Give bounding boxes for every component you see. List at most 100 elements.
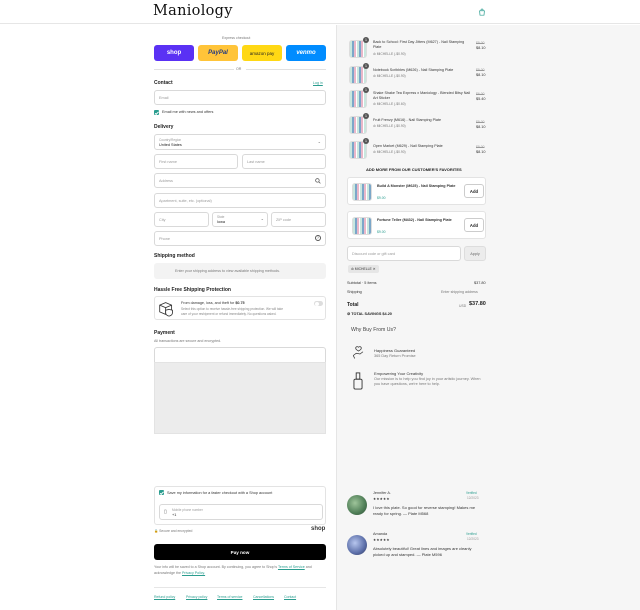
shipping-method-message: Enter your shipping address to view avai… — [175, 269, 280, 273]
first-name-input[interactable]: First name — [154, 154, 238, 169]
item-price: $5.40 — [476, 97, 486, 101]
shipping-value: Enter shipping address — [441, 290, 478, 294]
footer-link-refund[interactable]: Refund policy — [154, 595, 175, 599]
login-link[interactable]: Log in — [313, 81, 323, 85]
applied-discount-tag: ⊘ MICHELLE ✕ — [348, 265, 379, 273]
mobile-icon: ▯ — [164, 509, 167, 515]
privacy-policy-link[interactable]: Privacy Policy. — [182, 571, 205, 575]
protection-toggle[interactable] — [314, 301, 323, 306]
state-select[interactable]: State Iowa ⌄ — [212, 212, 268, 227]
total-value: $37.80 — [469, 301, 486, 307]
add-favorite-button[interactable]: Add — [464, 184, 484, 198]
last-name-input[interactable]: Last name — [242, 154, 326, 169]
amazon-pay-button[interactable]: amazon pay — [242, 45, 282, 61]
venmo-button[interactable]: venmo — [286, 45, 326, 61]
mobile-phone-value: +1 — [172, 513, 177, 517]
add-favorite-button[interactable]: Add — [464, 218, 484, 232]
reviewer-name: Amanda — [373, 532, 388, 536]
footer-link-cancellations[interactable]: Cancellations — [253, 595, 274, 599]
logo[interactable]: Maniology — [153, 3, 233, 19]
item-price: $8.10 — [476, 46, 486, 50]
email-placeholder: Email — [159, 96, 169, 100]
verified-badge: Verified — [466, 532, 477, 536]
save-info-checkbox[interactable] — [159, 490, 164, 495]
country-select[interactable]: Country/Region United States ⌄ — [154, 134, 326, 150]
newsletter-checkbox[interactable] — [154, 110, 159, 115]
apply-button[interactable]: Apply — [464, 246, 486, 261]
protection-title: Hassle Free Shipping Protection — [154, 287, 231, 293]
favorite-card: Build A Monster (M625) - Nail Stamping P… — [347, 177, 486, 205]
pay-now-button[interactable]: Pay now — [154, 544, 326, 560]
help-icon[interactable]: ? — [315, 235, 321, 241]
terms-text: Your info will be saved to a Shop accoun… — [154, 565, 326, 576]
quantity-badge: 1 — [363, 37, 369, 43]
item-title: Shake Shake Tea Express x Maniology - Bl… — [373, 91, 471, 100]
item-title: Fruit Frenzy (M616) - Nail Stamping Plat… — [373, 118, 442, 122]
review-stars: ★★★★★ — [373, 538, 390, 542]
why-buy-title: Why Buy From Us? — [351, 327, 396, 333]
city-input[interactable]: City — [154, 212, 209, 227]
email-input[interactable]: Email — [154, 90, 326, 105]
address-input[interactable]: Address — [154, 173, 326, 188]
phone-input[interactable]: Phone ? — [154, 231, 326, 246]
contact-title: Contact — [154, 80, 173, 86]
express-checkout-title: Express checkout — [222, 36, 251, 40]
footer-link-contact[interactable]: Contact — [284, 595, 296, 599]
shopping-bag-icon[interactable] — [478, 8, 486, 16]
item-price: $8.10 — [476, 125, 486, 129]
favorite-price: $9.00 — [377, 230, 386, 234]
header: Maniology — [0, 0, 640, 24]
shop-pay-button[interactable]: shop — [154, 45, 194, 61]
state-label: State — [217, 215, 225, 219]
search-icon — [315, 178, 321, 184]
total-savings-label: TOTAL SAVINGS — [351, 312, 382, 316]
mobile-phone-input[interactable]: ▯ Mobile phone number +1 — [159, 504, 323, 520]
order-summary-panel — [336, 25, 640, 610]
chevron-down-icon: ⌄ — [317, 139, 321, 144]
payment-method-header[interactable] — [154, 347, 326, 363]
footer-link-terms[interactable]: Terms of service — [217, 595, 242, 599]
item-discount: ⊘ MICHELLE (-$0.90) — [373, 52, 406, 56]
payment-form-area[interactable] — [154, 362, 326, 434]
applied-discount-code: MICHELLE — [354, 267, 372, 271]
shipping-method-box: Enter your shipping address to view avai… — [154, 263, 326, 279]
product-thumbnail — [352, 183, 372, 201]
item-original-price: $6.00 — [476, 92, 485, 96]
favorite-card: Fortune Teller (M432) - Nail Stamping Pl… — [347, 211, 486, 239]
discount-input[interactable]: Discount code or gift card — [347, 246, 461, 261]
payment-title: Payment — [154, 330, 175, 336]
subtotal-value: $37.80 — [474, 281, 486, 285]
save-info-box: Save my information for a faster checkou… — [154, 486, 326, 525]
country-label: Country/Region — [159, 138, 182, 142]
protection-price: $0.75 — [235, 301, 245, 305]
divider — [154, 69, 234, 70]
review-text: I love this plate. So good for reverse s… — [373, 505, 476, 516]
item-discount-text: MICHELLE (-$0.90) — [376, 52, 406, 56]
item-discount: ⊘ MICHELLE (-$0.90) — [373, 74, 406, 78]
quantity-badge: 1 — [363, 87, 369, 93]
footer-link-privacy[interactable]: Privacy policy — [186, 595, 207, 599]
zip-placeholder: ZIP code — [276, 218, 292, 222]
quantity-badge: 1 — [363, 113, 369, 119]
item-price: $8.10 — [476, 150, 486, 154]
item-discount-text: MICHELLE (-$0.60) — [376, 102, 406, 106]
zip-input[interactable]: ZIP code — [271, 212, 326, 227]
review-stars: ★★★★★ — [373, 497, 390, 501]
item-discount: ⊘ MICHELLE (-$0.60) — [373, 102, 406, 106]
paypal-button[interactable]: PayPal — [198, 45, 238, 61]
payment-subtitle: All transactions are secure and encrypte… — [154, 339, 222, 343]
apartment-input[interactable]: Apartment, suite, etc. (optional) — [154, 193, 326, 208]
state-value: Iowa — [217, 220, 226, 224]
protection-box[interactable]: From damage, loss, and theft for $0.75 S… — [154, 296, 326, 320]
product-thumbnail — [352, 217, 372, 235]
favorite-title: Build A Monster (M625) - Nail Stamping P… — [377, 184, 456, 188]
shipping-method-title: Shipping method — [154, 253, 195, 259]
reviewer-name: Jennifer A. — [373, 491, 391, 495]
phone-placeholder: Phone — [159, 237, 170, 241]
why-point-text: Our mission is to help you find joy in y… — [374, 377, 481, 386]
secure-label: 🔒 Secure and encrypted — [154, 529, 193, 533]
terms-of-service-link[interactable]: Terms of Service — [278, 565, 305, 569]
newsletter-label: Email me with news and offers — [162, 110, 214, 114]
remove-discount-icon[interactable]: ✕ — [373, 267, 376, 271]
item-discount-text: MICHELLE (-$0.90) — [376, 150, 406, 154]
